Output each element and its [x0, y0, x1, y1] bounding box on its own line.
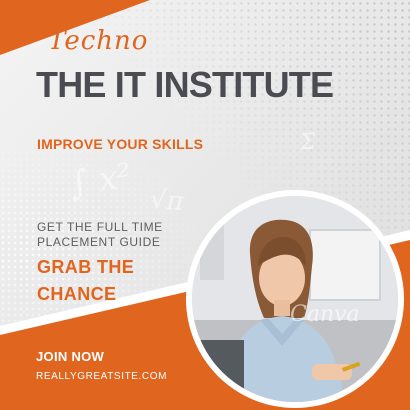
join-now-link[interactable]: JOIN NOW: [36, 349, 104, 364]
website-link[interactable]: REALLYGREATSITE.COM: [36, 371, 167, 382]
guide-text: GET THE FULL TIME PLACEMENT GUIDE: [37, 220, 163, 249]
chalk-scribble: Σ: [299, 129, 317, 156]
cta-heading: GRAB THE CHANCE: [37, 257, 135, 304]
tagline: IMPROVE YOUR SKILLS: [37, 136, 204, 152]
chalk-scribble: √π: [148, 184, 185, 218]
student-illustration: [192, 196, 398, 402]
chalk-scribble: ∫ x²: [67, 155, 134, 205]
page-title: THE IT INSTITUTE: [36, 64, 334, 105]
poster: ∫ x² √π Σ Techno THE IT INSTITUTE IMPROV…: [0, 0, 410, 410]
student-photo: [192, 196, 398, 402]
brand-script: Techno: [48, 26, 149, 56]
canva-watermark: Canva: [290, 302, 360, 327]
